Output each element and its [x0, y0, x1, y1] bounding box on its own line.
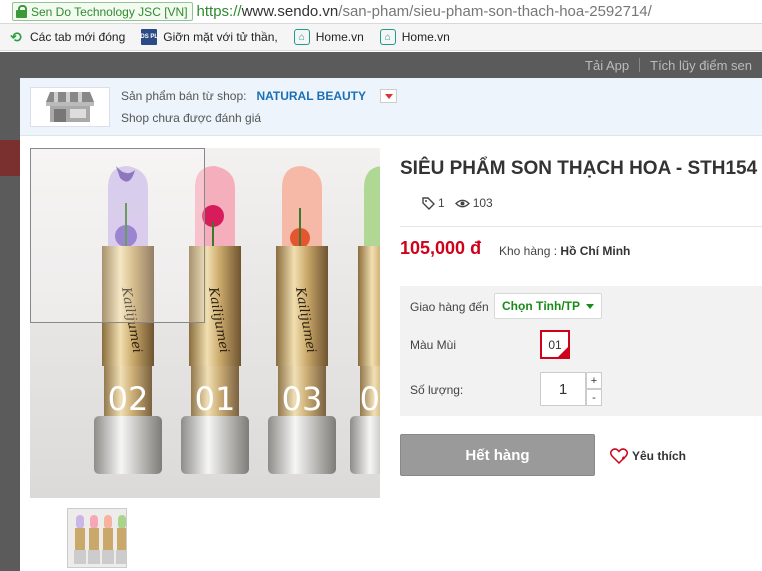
- shop-bar: Sản phẩm bán từ shop: NATURAL BEAUTY Sho…: [20, 78, 762, 136]
- quantity-decrease-button[interactable]: -: [586, 389, 602, 406]
- bookmark-label: Giỡn mặt với tử thần,: [163, 30, 278, 44]
- bookmark-label: Home.vn: [401, 30, 450, 44]
- tag-count-value: 1: [438, 196, 445, 210]
- points-link[interactable]: Tích lũy điểm sen: [640, 58, 762, 73]
- svg-text:04: 04: [360, 380, 380, 418]
- sold-out-button[interactable]: Hết hàng: [400, 434, 595, 476]
- side-accent: [0, 140, 20, 176]
- ship-label: Giao hàng đến: [410, 300, 489, 314]
- color-option-label: 01: [548, 337, 562, 352]
- download-app-link[interactable]: Tải App: [575, 58, 639, 73]
- security-badge[interactable]: Sen Do Technology JSC [VN]: [12, 2, 193, 21]
- product-price: 105,000 đ: [400, 238, 482, 258]
- favorite-button[interactable]: Yêu thích: [610, 448, 686, 464]
- dspl-icon: DS PL: [140, 29, 158, 45]
- bookmark-label: Các tab mới đóng: [30, 30, 126, 44]
- warehouse-value: Hồ Chí Minh: [560, 244, 631, 258]
- shop-rating-text: Shop chưa được đánh giá: [121, 111, 262, 125]
- zoom-lens[interactable]: [30, 148, 205, 323]
- view-count-value: 103: [472, 196, 493, 210]
- home-icon: ⌂: [379, 29, 396, 45]
- shop-line: Sản phẩm bán từ shop: NATURAL BEAUTY: [121, 89, 398, 103]
- svg-text:02: 02: [108, 380, 149, 418]
- sold-by-label: Sản phẩm bán từ shop:: [121, 89, 247, 103]
- url-path: /san-pham/sieu-pham-son-thach-hoa-259271…: [338, 3, 652, 20]
- divider: [400, 226, 762, 227]
- tag-count: 1: [422, 196, 445, 210]
- product-thumbnail[interactable]: [67, 508, 127, 568]
- province-select-button[interactable]: Chọn Tỉnh/TP: [494, 293, 602, 319]
- thumbnail-image: [68, 509, 126, 567]
- url-text[interactable]: https://www.sendo.vn/san-pham/sieu-pham-…: [197, 3, 652, 20]
- bookmark-home-2[interactable]: ⌂ Home.vn: [379, 29, 450, 45]
- warehouse-label: Kho hàng :: [499, 244, 558, 258]
- security-label: Sen Do Technology JSC [VN]: [31, 4, 188, 19]
- product-meta: 1 103: [422, 196, 503, 210]
- svg-text:03: 03: [282, 380, 323, 418]
- home-icon: ⌂: [293, 29, 310, 45]
- shop-logo[interactable]: [30, 87, 110, 127]
- address-bar[interactable]: Sen Do Technology JSC [VN] https://www.s…: [0, 0, 762, 24]
- svg-text:01: 01: [195, 380, 236, 418]
- tag-icon: [422, 196, 435, 210]
- url-scheme: https://: [196, 3, 242, 20]
- options-panel: Giao hàng đến Chọn Tỉnh/TP Màu Mùi 01 Số…: [400, 286, 762, 416]
- color-label: Màu Mùi: [410, 338, 457, 352]
- bookmarks-bar: ⟲ Các tab mới đóng DS PL Giỡn mặt với tử…: [0, 24, 762, 51]
- lock-icon: [16, 5, 27, 18]
- bookmark-home-1[interactable]: ⌂ Home.vn: [293, 29, 364, 45]
- site-top-nav: Tải App Tích lũy điểm sen: [575, 52, 762, 78]
- storefront-icon: [46, 92, 94, 122]
- shop-name-link[interactable]: NATURAL BEAUTY: [256, 89, 366, 103]
- quantity-input[interactable]: 1: [540, 372, 586, 406]
- favorite-label: Yêu thích: [632, 449, 687, 463]
- color-option-01[interactable]: 01: [540, 330, 570, 359]
- quantity-increase-button[interactable]: +: [586, 372, 602, 389]
- eye-icon: [454, 199, 470, 207]
- url-host: www.sendo.vn: [241, 3, 339, 20]
- heart-icon: [610, 448, 628, 464]
- shop-dropdown-button[interactable]: [380, 89, 398, 103]
- bookmark-gion-mat[interactable]: DS PL Giỡn mặt với tử thần,: [140, 29, 278, 45]
- product-main-image[interactable]: 02 01 03 0 Kailijumei Kailijumei Kailiju…: [30, 148, 380, 498]
- bookmark-label: Home.vn: [315, 30, 364, 44]
- product-title: SIÊU PHẨM SON THẠCH HOA - STH154: [400, 158, 758, 179]
- apps-icon: ⟲: [10, 28, 22, 45]
- warehouse-info: Kho hàng : Hồ Chí Minh: [499, 244, 630, 258]
- qty-label: Số lượng:: [410, 383, 464, 397]
- product-quickview-modal: Sản phẩm bán từ shop: NATURAL BEAUTY Sho…: [20, 78, 762, 571]
- view-count: 103: [454, 196, 493, 210]
- bookmark-recent-tabs[interactable]: ⟲ Các tab mới đóng: [8, 29, 125, 45]
